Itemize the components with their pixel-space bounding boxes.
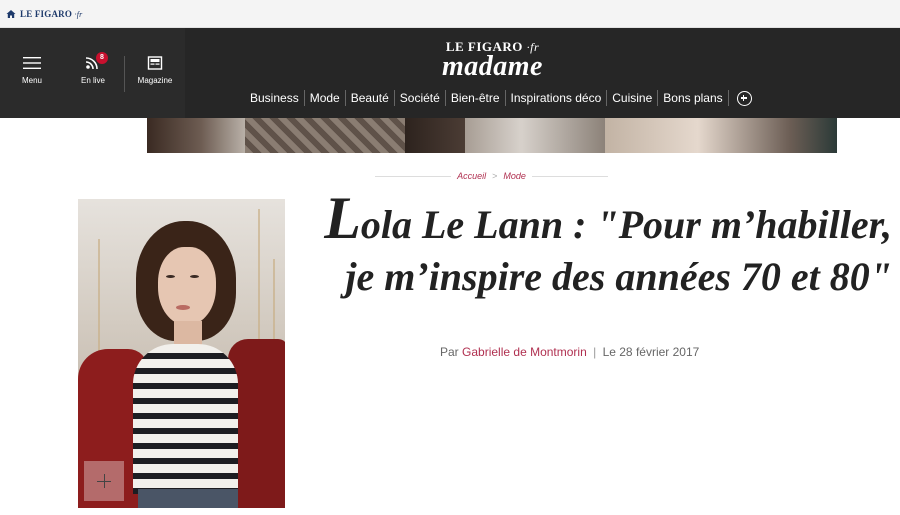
figaro-home-link[interactable]: LE FIGARO ·fr [6, 7, 86, 21]
banner-segment [147, 118, 245, 153]
magazine-button[interactable]: Magazine [125, 56, 185, 85]
nav-item-cuisine[interactable]: Cuisine [607, 90, 659, 106]
breadcrumb-rule [531, 175, 609, 177]
site-header: Menu 8 En live Magazine LE FIGARO ·fr ma… [0, 28, 900, 118]
breadcrumb: Accueil > Mode [375, 170, 609, 182]
byline-separator: | [593, 345, 597, 359]
article-byline: Par Gabrielle de Montmorin | Le 28 févri… [440, 345, 760, 359]
banner-segment [465, 118, 605, 153]
madame-logo[interactable]: LE FIGARO ·fr madame [420, 40, 565, 82]
photo-jeans [138, 489, 238, 508]
photo-eye [166, 275, 175, 278]
main-nav: Business Mode Beauté Société Bien-être I… [245, 87, 752, 109]
home-icon [6, 10, 16, 18]
magazine-label: Magazine [137, 76, 173, 85]
photo-lips [176, 305, 190, 310]
nav-item-business[interactable]: Business [245, 90, 305, 106]
breadcrumb-rule [375, 175, 452, 177]
title-drop-cap: L [324, 185, 361, 251]
menu-label: Menu [21, 76, 42, 85]
title-line2: je m’inspire des années 70 et 80" [345, 254, 892, 299]
menu-icon [23, 57, 41, 69]
nav-item-beaute[interactable]: Beauté [346, 90, 395, 106]
magazine-icon [147, 56, 163, 70]
publish-date: Le 28 février 2017 [602, 345, 700, 359]
plus-icon[interactable] [736, 90, 752, 106]
nav-item-mode[interactable]: Mode [305, 90, 346, 106]
breadcrumb-section[interactable]: Mode [497, 171, 532, 181]
banner-segment [245, 118, 405, 153]
author-link[interactable]: Gabrielle de Montmorin [462, 345, 587, 359]
byline-prefix: Par [440, 345, 459, 359]
nav-item-bien-etre[interactable]: Bien-être [446, 90, 506, 106]
expand-image-icon[interactable] [84, 461, 124, 501]
live-button[interactable]: 8 En live [63, 52, 123, 85]
article-title: Lola Le Lann : "Pour m’habiller, je m’in… [320, 188, 900, 303]
photo-eye [190, 275, 199, 278]
brand-small-logo: LE FIGARO ·fr [20, 9, 83, 19]
nav-item-societe[interactable]: Société [395, 90, 446, 106]
header-tools: Menu 8 En live Magazine [0, 28, 185, 118]
photo-face [158, 247, 216, 325]
nav-item-inspirations-deco[interactable]: Inspirations déco [506, 90, 608, 106]
breadcrumb-home[interactable]: Accueil [451, 171, 492, 181]
banner-segment [605, 118, 837, 153]
live-label: En live [80, 76, 105, 85]
banner-segment [405, 118, 465, 153]
banner-image[interactable] [147, 118, 837, 153]
article-photo[interactable] [78, 199, 285, 508]
title-line1: ola Le Lann : "Pour m’habiller, [360, 202, 892, 247]
photo-striped-shirt [133, 344, 238, 494]
logo-madame: madame [442, 51, 543, 82]
nav-item-bons-plans[interactable]: Bons plans [658, 90, 729, 106]
live-count-badge: 8 [96, 52, 108, 64]
top-bar: LE FIGARO ·fr [0, 0, 900, 28]
menu-button[interactable]: Menu [2, 56, 62, 85]
